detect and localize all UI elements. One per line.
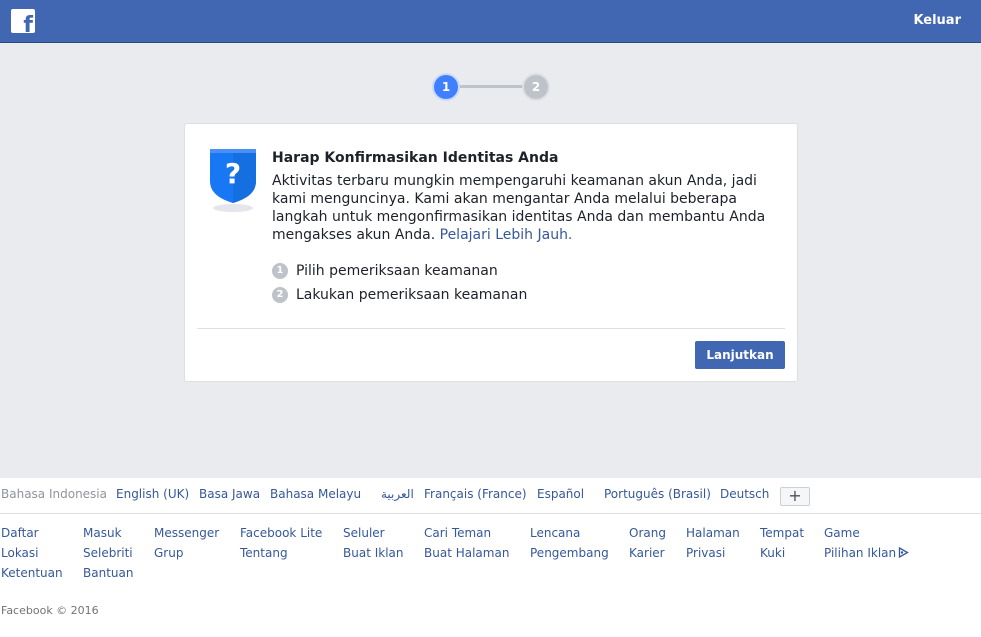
step-indicator-1: 1 xyxy=(434,75,458,99)
footer-link[interactable]: Tempat xyxy=(760,526,804,540)
language-option[interactable]: Basa Jawa xyxy=(199,487,260,501)
footer-link[interactable]: Seluler xyxy=(343,526,385,540)
svg-text:?: ? xyxy=(225,157,241,190)
steps-list: 1 Pilih pemeriksaan keamanan 2 Lakukan p… xyxy=(272,259,527,307)
language-option[interactable]: Bahasa Melayu xyxy=(270,487,361,501)
footer-link[interactable]: Grup xyxy=(154,546,183,560)
logout-link[interactable]: Keluar xyxy=(913,13,961,28)
more-languages-button[interactable]: + xyxy=(780,487,810,506)
list-item: 1 Pilih pemeriksaan keamanan xyxy=(272,259,527,283)
stepper-connector-line xyxy=(446,85,536,88)
language-option[interactable]: Français (France) xyxy=(424,487,527,501)
language-option[interactable]: Deutsch xyxy=(720,487,769,501)
language-option[interactable]: English (UK) xyxy=(116,487,189,501)
footer-link[interactable]: Tentang xyxy=(240,546,288,560)
progress-stepper: 1 2 xyxy=(434,75,548,99)
footer-link[interactable]: Selebriti xyxy=(83,546,133,560)
language-option[interactable]: Español xyxy=(537,487,584,501)
footer-link[interactable]: Buat Halaman xyxy=(424,546,509,560)
footer-link[interactable]: Bantuan xyxy=(83,566,133,580)
facebook-logo-icon[interactable]: f xyxy=(11,9,35,33)
footer-link[interactable]: Buat Iklan xyxy=(343,546,404,560)
card-description: Aktivitas terbaru mungkin mempengaruhi k… xyxy=(272,172,782,244)
footer-link[interactable]: Privasi xyxy=(686,546,725,560)
footer-link[interactable]: Kuki xyxy=(760,546,785,560)
step-number-badge: 1 xyxy=(272,263,288,279)
footer-link[interactable]: Masuk xyxy=(83,526,122,540)
card-title: Harap Konfirmasikan Identitas Anda xyxy=(272,150,559,166)
footer-link[interactable]: Ketentuan xyxy=(1,566,63,580)
language-current: Bahasa Indonesia xyxy=(1,487,107,501)
footer-link[interactable]: Cari Teman xyxy=(424,526,491,540)
footer-link[interactable]: Lokasi xyxy=(1,546,39,560)
language-option[interactable]: Português (Brasil) xyxy=(604,487,711,501)
top-navigation-bar: f Keluar xyxy=(0,0,981,43)
step-indicator-2: 2 xyxy=(524,75,548,99)
language-selector-row: Bahasa Indonesia English (UK) Basa Jawa … xyxy=(0,478,981,514)
language-option[interactable]: العربية xyxy=(381,487,414,501)
footer-link[interactable]: Game xyxy=(824,526,860,540)
step-label: Pilih pemeriksaan keamanan xyxy=(296,263,498,279)
card-divider xyxy=(197,328,785,329)
list-item: 2 Lakukan pemeriksaan keamanan xyxy=(272,283,527,307)
page-footer: Bahasa Indonesia English (UK) Basa Jawa … xyxy=(0,478,981,637)
ad-choices-link[interactable]: Pilihan Iklan xyxy=(824,546,909,560)
footer-link[interactable]: Daftar xyxy=(1,526,39,540)
step-number-badge: 2 xyxy=(272,287,288,303)
continue-button[interactable]: Lanjutkan xyxy=(695,341,785,369)
footer-link[interactable]: Karier xyxy=(629,546,665,560)
logo-letter: f xyxy=(23,13,33,34)
ad-choices-icon xyxy=(898,547,909,558)
copyright-text: Facebook © 2016 xyxy=(1,604,99,617)
identity-confirmation-card: ? Harap Konfirmasikan Identitas Anda Akt… xyxy=(184,123,798,382)
footer-link[interactable]: Halaman xyxy=(686,526,740,540)
security-shield-icon: ? xyxy=(210,149,256,212)
ad-choices-label: Pilihan Iklan xyxy=(824,546,897,560)
footer-link[interactable]: Pengembang xyxy=(530,546,609,560)
step-label: Lakukan pemeriksaan keamanan xyxy=(296,287,528,303)
footer-link[interactable]: Lencana xyxy=(530,526,580,540)
footer-link[interactable]: Messenger xyxy=(154,526,219,540)
footer-link[interactable]: Orang xyxy=(629,526,666,540)
learn-more-link[interactable]: Pelajari Lebih Jauh. xyxy=(440,227,573,243)
footer-link[interactable]: Facebook Lite xyxy=(240,526,322,540)
